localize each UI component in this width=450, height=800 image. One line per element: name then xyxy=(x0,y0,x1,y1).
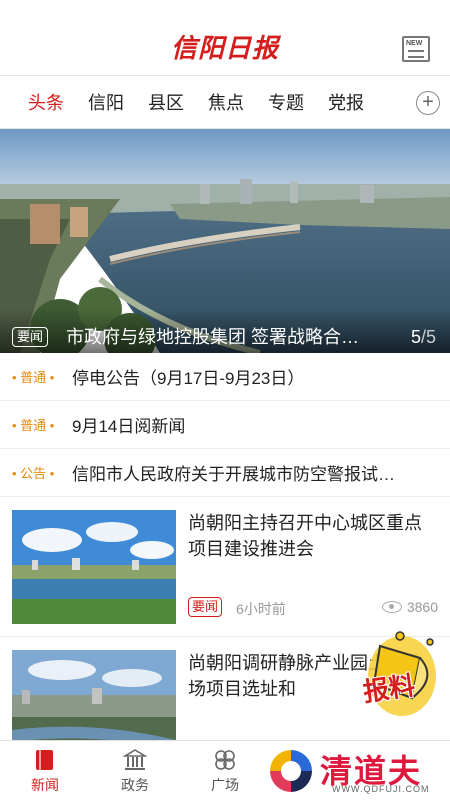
news-title: 尚朝阳主持召开中心城区重点项目建设推进会 xyxy=(188,513,422,559)
baoliao-label: 报料 xyxy=(361,671,418,709)
nav-government-label: 政务 xyxy=(121,777,149,793)
news-tag: 要闻 xyxy=(188,597,223,617)
tab-xinyang[interactable]: 信阳 xyxy=(88,77,124,129)
category-label: • 普通 • xyxy=(12,418,55,433)
news-card[interactable]: 尚朝阳主持召开中心城区重点项目建设推进会 要闻 6小时前 3860 xyxy=(0,497,450,637)
list-item-title: 信阳市人民政府关于开展城市防空警报试… xyxy=(72,465,395,484)
carousel-indicator: 5/5 xyxy=(410,327,436,347)
tab-focus[interactable]: 焦点 xyxy=(208,77,244,129)
tab-party-paper[interactable]: 党报 xyxy=(328,77,364,129)
new-badge: NEW xyxy=(406,40,423,47)
list-item[interactable]: • 普通 • 停电公告（9月17日-9月23日） xyxy=(0,353,450,401)
nav-square[interactable]: 广场 xyxy=(180,741,270,800)
nav-government[interactable]: 政务 xyxy=(90,741,180,800)
add-channel-icon[interactable]: + xyxy=(416,91,440,115)
tab-topics[interactable]: 专题 xyxy=(268,77,304,129)
newspaper-menu-icon[interactable]: NEW xyxy=(402,36,430,62)
nav-news-label: 新闻 xyxy=(31,777,59,793)
news-thumbnail xyxy=(12,510,176,624)
tab-counties[interactable]: 县区 xyxy=(148,77,184,129)
hero-tag: 要闻 xyxy=(12,327,49,347)
nav-news[interactable]: 新闻 xyxy=(0,741,90,800)
category-label: • 公告 • xyxy=(12,466,55,481)
newspaper-icon xyxy=(36,750,53,770)
app-header: 信阳日报 NEW xyxy=(0,0,450,76)
list-item-title: 9月14日阅新闻 xyxy=(72,417,186,436)
list-item-title: 停电公告（9月17日-9月23日） xyxy=(72,369,305,388)
nav-square-label: 广场 xyxy=(211,777,239,793)
app-logo: 信阳日报 xyxy=(170,34,279,64)
watermark-url: WWW.QDFUJI.COM xyxy=(332,784,430,794)
view-count: 3860 xyxy=(381,599,438,615)
government-building-icon xyxy=(123,749,147,770)
channel-tabs: 头条 信阳 县区 焦点 专题 党报 + xyxy=(0,77,450,129)
category-label: • 普通 • xyxy=(12,370,55,385)
news-time: 6小时前 xyxy=(236,601,286,617)
watermark-logo-icon xyxy=(270,750,312,792)
hero-title[interactable]: 市政府与绿地控股集团 签署战略合… xyxy=(66,326,386,348)
tab-headlines[interactable]: 头条 xyxy=(28,77,64,129)
clover-icon xyxy=(215,750,235,770)
hero-carousel[interactable]: 要闻 市政府与绿地控股集团 签署战略合… 5/5 xyxy=(0,129,450,353)
eye-icon xyxy=(381,601,402,613)
list-item[interactable]: • 公告 • 信阳市人民政府关于开展城市防空警报试… xyxy=(0,449,450,497)
watermark: 清道夫 WWW.QDFUJI.COM xyxy=(262,742,450,800)
list-item[interactable]: • 普通 • 9月14日阅新闻 xyxy=(0,401,450,449)
